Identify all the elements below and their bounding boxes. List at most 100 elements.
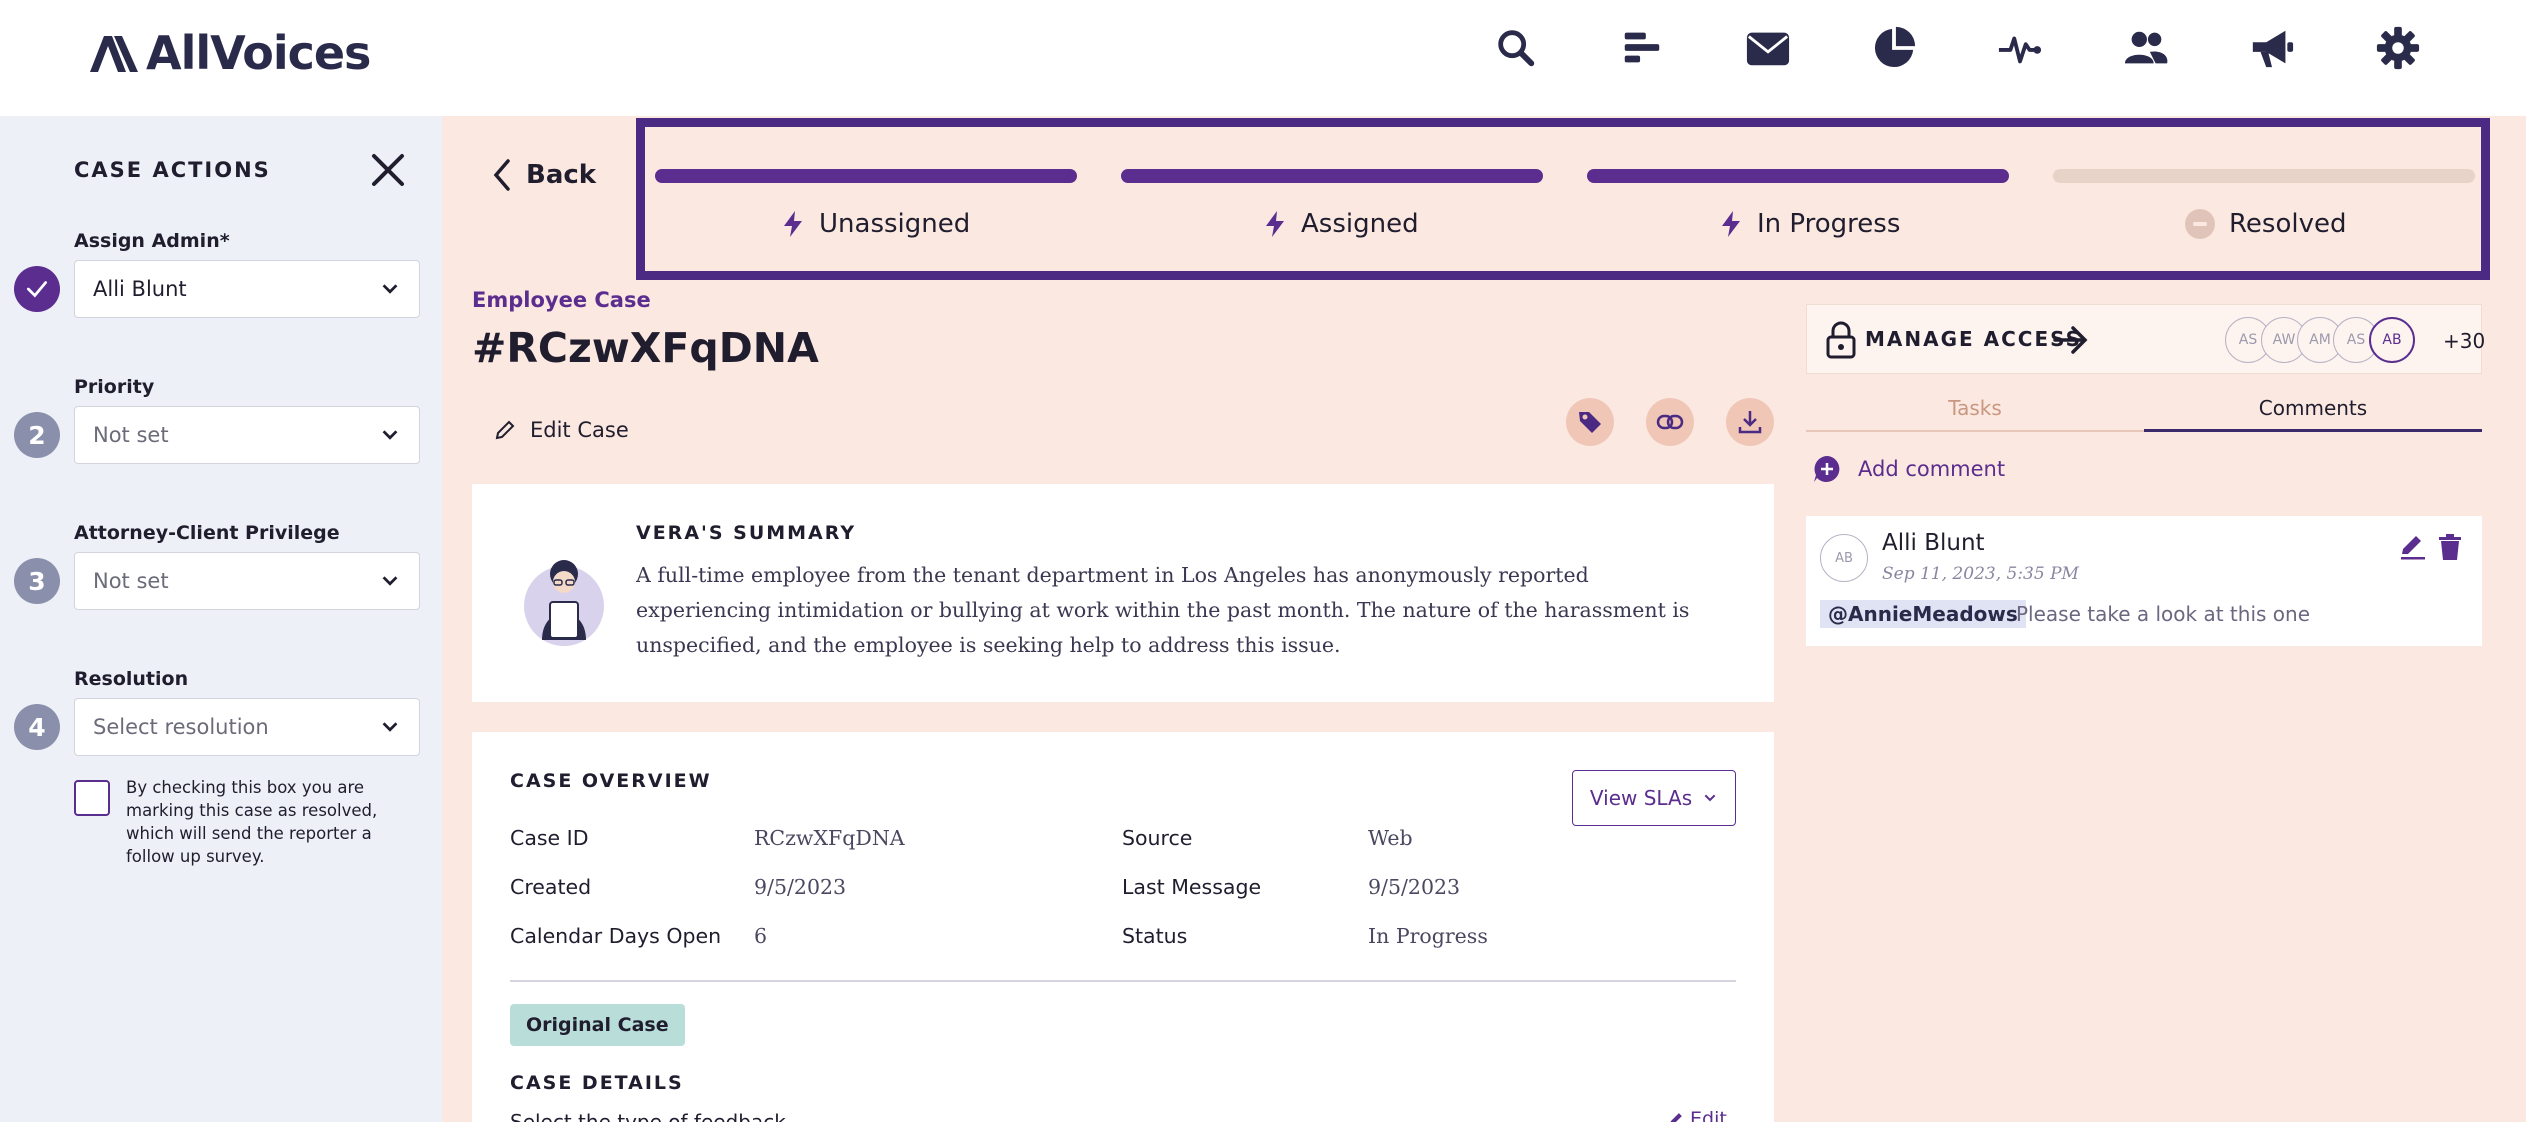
tag-button[interactable] bbox=[1566, 398, 1614, 446]
stage-label: Unassigned bbox=[819, 209, 971, 239]
allvoices-logo-icon bbox=[90, 36, 138, 72]
case-status-progress: Unassigned Assigned In Progress Resolved bbox=[636, 118, 2490, 280]
access-avatars: AS AW AM AS AB bbox=[2225, 317, 2415, 363]
manage-access-bar[interactable]: MANAGE ACCESS AS AW AM AS AB +30 bbox=[1806, 304, 2485, 374]
assign-admin-value: Alli Blunt bbox=[93, 277, 187, 301]
case-title: #RCzwXFqDNA bbox=[472, 324, 819, 372]
stage-label: In Progress bbox=[1757, 209, 1901, 239]
chevron-left-icon bbox=[493, 159, 510, 191]
step-number: 4 bbox=[14, 704, 60, 750]
step-number: 3 bbox=[14, 558, 60, 604]
search-icon[interactable] bbox=[1492, 24, 1540, 72]
privilege-label: Attorney-Client Privilege bbox=[74, 522, 340, 544]
link-button[interactable] bbox=[1646, 398, 1694, 446]
summary-title: VERA'S SUMMARY bbox=[636, 522, 857, 544]
vera-summary-card: VERA'S SUMMARY A full-time employee from… bbox=[472, 484, 1774, 702]
stage-bar bbox=[2053, 169, 2475, 183]
tab-comments[interactable]: Comments bbox=[2144, 396, 2482, 432]
created-value: 9/5/2023 bbox=[754, 875, 847, 899]
edit-case-button[interactable]: Edit Case bbox=[494, 418, 629, 442]
bolt-icon bbox=[784, 211, 802, 237]
view-slas-label: View SLAs bbox=[1589, 786, 1693, 810]
stage-bar bbox=[655, 169, 1077, 183]
stage-label: Resolved bbox=[2229, 209, 2347, 239]
comment-card: AB Alli Blunt Sep 11, 2023, 5:35 PM @Ann… bbox=[1806, 516, 2482, 646]
link-icon bbox=[1656, 414, 1684, 430]
activity-icon[interactable] bbox=[1996, 24, 2044, 72]
resolve-checkbox-text: By checking this box you are marking thi… bbox=[126, 778, 378, 866]
back-label: Back bbox=[526, 160, 597, 190]
last-message-value: 9/5/2023 bbox=[1368, 875, 1461, 899]
users-icon[interactable] bbox=[2122, 24, 2170, 72]
view-slas-dropdown[interactable]: View SLAs bbox=[1572, 770, 1736, 826]
sidebar-title: CASE ACTIONS bbox=[74, 158, 271, 182]
tab-tasks[interactable]: Tasks bbox=[1806, 396, 2144, 432]
status-value: In Progress bbox=[1368, 924, 1488, 948]
comment-author: Alli Blunt bbox=[1882, 530, 1985, 556]
comment-text: Please take a look at this one bbox=[2016, 602, 2310, 626]
priority-value: Not set bbox=[93, 423, 169, 447]
edit-case-label: Edit Case bbox=[530, 418, 629, 442]
comment-mention[interactable]: @AnnieMeadows bbox=[1820, 600, 2026, 628]
overview-title: CASE OVERVIEW bbox=[510, 770, 712, 792]
pencil-icon bbox=[495, 420, 515, 440]
step-complete-check-icon bbox=[14, 266, 60, 312]
chevron-down-icon bbox=[382, 284, 398, 294]
last-message-label: Last Message bbox=[1122, 875, 1262, 899]
stage-bar bbox=[1587, 169, 2009, 183]
comment-date: Sep 11, 2023, 5:35 PM bbox=[1882, 564, 2079, 584]
pencil-icon bbox=[1670, 1113, 1682, 1122]
brand-name: AllVoices bbox=[146, 26, 371, 80]
case-type-label: Employee Case bbox=[472, 288, 651, 312]
chevron-down-icon bbox=[382, 430, 398, 440]
trash-icon[interactable] bbox=[2436, 532, 2464, 562]
summary-text: A full-time employee from the tenant dep… bbox=[636, 563, 1690, 657]
allvoices-logo[interactable]: AllVoices bbox=[88, 26, 371, 80]
stage-bar bbox=[1121, 169, 1543, 183]
avatar[interactable]: AB bbox=[2369, 317, 2415, 363]
resolution-select[interactable]: Select resolution bbox=[74, 698, 420, 756]
priority-label: Priority bbox=[74, 376, 155, 398]
mail-icon[interactable] bbox=[1744, 24, 1792, 72]
source-value: Web bbox=[1368, 826, 1413, 850]
case-id-value: RCzwXFqDNA bbox=[754, 826, 905, 850]
resolve-checkbox[interactable] bbox=[74, 780, 110, 816]
avatar: AB bbox=[1820, 534, 1868, 582]
pie-chart-icon[interactable] bbox=[1870, 24, 1918, 72]
privilege-value: Not set bbox=[93, 569, 169, 593]
vera-illustration-icon bbox=[524, 560, 604, 646]
privilege-select[interactable]: Not set bbox=[74, 552, 420, 610]
case-details-edit-button[interactable]: Edit bbox=[1668, 1108, 1727, 1122]
bars-icon[interactable] bbox=[1618, 24, 1666, 72]
download-icon bbox=[1738, 411, 1762, 434]
case-details-question: Select the type of feedback bbox=[510, 1110, 786, 1122]
case-actions-sidebar: CASE ACTIONS Assign Admin* Alli Blunt Pr… bbox=[0, 116, 442, 1122]
chevron-down-icon bbox=[382, 576, 398, 586]
status-label: Status bbox=[1122, 924, 1188, 948]
assign-admin-select[interactable]: Alli Blunt bbox=[74, 260, 420, 318]
bolt-icon bbox=[1266, 211, 1284, 237]
gear-icon[interactable] bbox=[2374, 24, 2422, 72]
case-overview-card: CASE OVERVIEW View SLAs Case ID RCzwXFqD… bbox=[472, 732, 1774, 1122]
back-button[interactable]: Back bbox=[492, 158, 596, 192]
priority-select[interactable]: Not set bbox=[74, 406, 420, 464]
original-case-badge[interactable]: Original Case bbox=[510, 1004, 685, 1046]
case-details-title: CASE DETAILS bbox=[510, 1072, 684, 1094]
assign-admin-label: Assign Admin* bbox=[74, 230, 230, 252]
more-users-count[interactable]: +30 bbox=[2443, 329, 2485, 353]
megaphone-icon[interactable] bbox=[2248, 24, 2296, 72]
resolution-label: Resolution bbox=[74, 668, 189, 690]
edit-comment-icon[interactable] bbox=[2398, 532, 2428, 562]
divider bbox=[510, 980, 1736, 982]
top-navbar: AllVoices bbox=[0, 0, 2526, 116]
add-comment-button[interactable]: Add comment bbox=[1812, 454, 2005, 484]
close-icon[interactable] bbox=[368, 150, 408, 190]
case-id-label: Case ID bbox=[510, 826, 589, 850]
tag-icon bbox=[1579, 412, 1601, 433]
stage-label: Assigned bbox=[1301, 209, 1419, 239]
days-open-value: 6 bbox=[754, 924, 768, 948]
download-button[interactable] bbox=[1726, 398, 1774, 446]
source-label: Source bbox=[1122, 826, 1193, 850]
bolt-icon bbox=[1722, 211, 1740, 237]
chevron-down-icon bbox=[382, 722, 398, 732]
